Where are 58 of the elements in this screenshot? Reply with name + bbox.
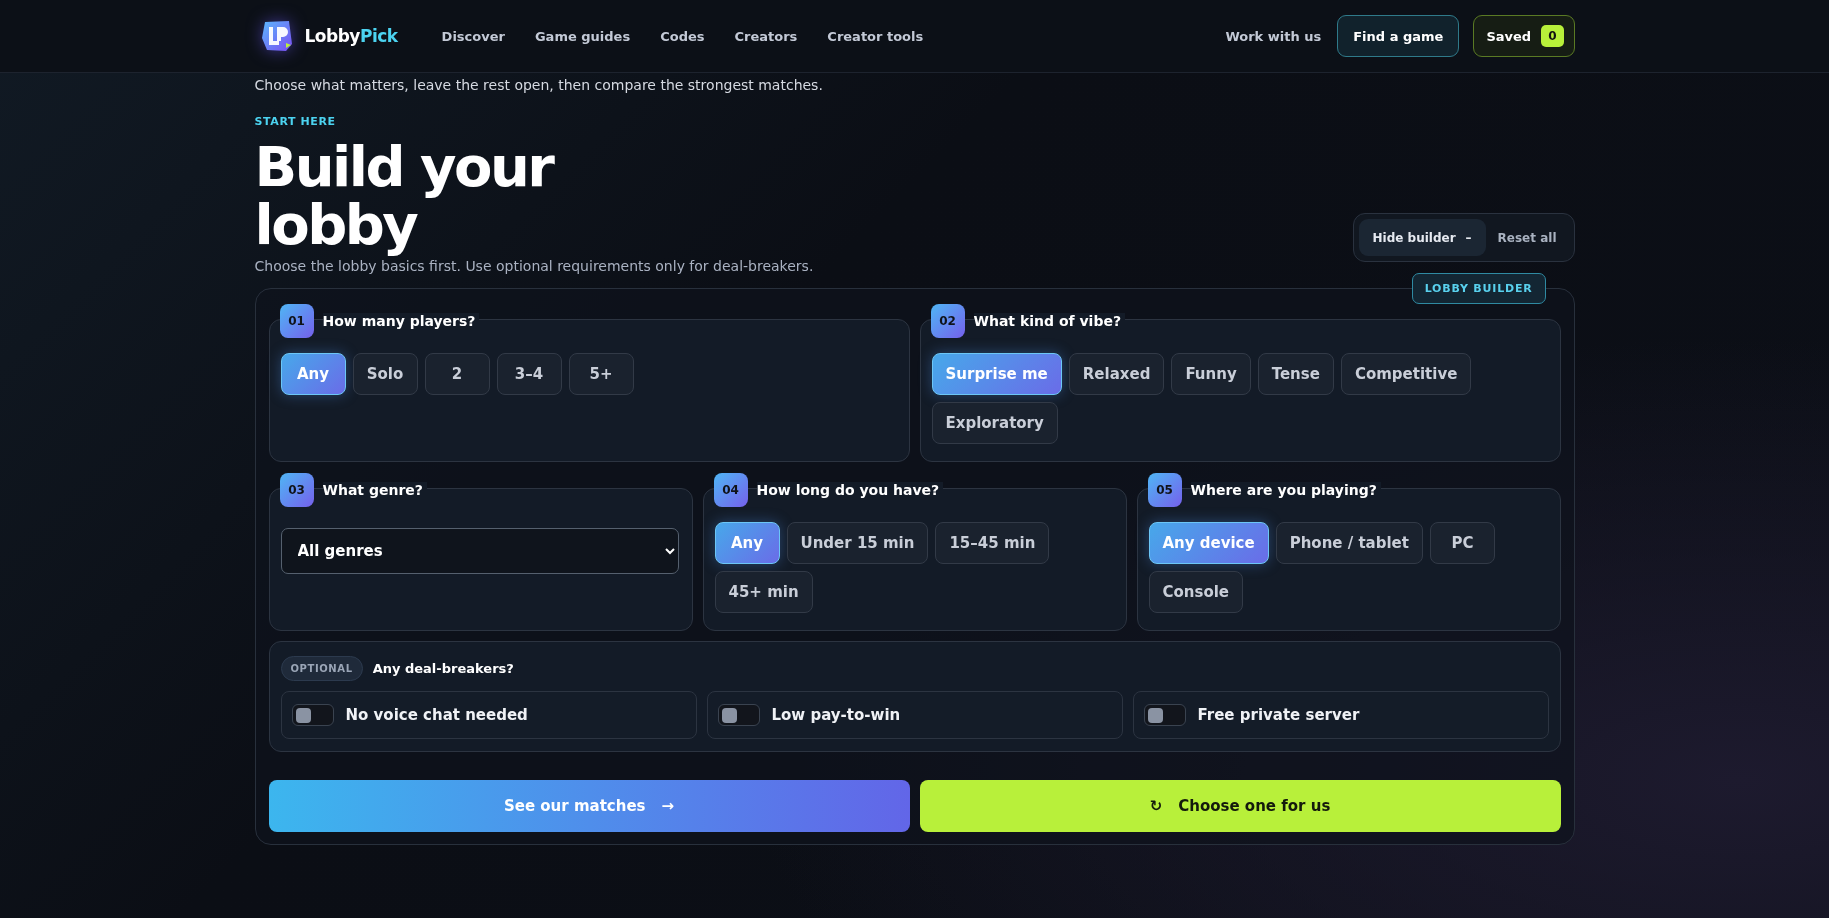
option-chip[interactable]: 3–4 — [496, 353, 562, 395]
toggle-switch[interactable] — [291, 704, 334, 726]
choose-one-button[interactable]: ↻ Choose one for us — [919, 780, 1561, 832]
option-chip[interactable]: Exploratory — [931, 402, 1058, 444]
question-label: Any deal-breakers? — [372, 661, 514, 676]
brand-name[interactable]: LobbyPick — [304, 26, 398, 46]
step-number: 02 — [930, 304, 965, 338]
nav-link[interactable]: Creator tools — [827, 28, 924, 44]
subtitle-text: Choose the lobby basics first. Use optional requirements only for deal-breakers. — [254, 258, 814, 274]
toggle-label: Low pay-to-win — [771, 706, 901, 724]
option-chip[interactable]: 5+ — [568, 353, 634, 395]
toggle-option[interactable]: Free private server — [1132, 691, 1549, 739]
toggle-option[interactable]: No voice chat needed — [280, 691, 697, 739]
nav-link[interactable]: Codes — [660, 28, 705, 44]
option-chip[interactable]: Competitive — [1340, 353, 1472, 395]
option-chip[interactable]: Under 15 min — [786, 522, 929, 564]
optional-tag: OPTIONAL — [280, 656, 363, 681]
toggle-switch[interactable] — [1143, 704, 1186, 726]
eyebrow-label: START HERE — [254, 115, 337, 128]
intro-text: Choose what matters, leave the rest open, then compare the strongest matches. — [254, 77, 824, 93]
saved-button[interactable]: Saved 0 — [1473, 15, 1575, 57]
question-label: How many players? — [322, 313, 480, 329]
question-label: Where are you playing? — [1190, 482, 1381, 498]
nav-link[interactable]: Discover — [441, 28, 505, 44]
find-game-button[interactable]: Find a game — [1337, 15, 1460, 57]
option-chip[interactable]: Solo — [352, 353, 418, 395]
step-number: 01 — [279, 304, 314, 338]
toggle-label: No voice chat needed — [345, 706, 528, 724]
option-chip[interactable]: Relaxed — [1068, 353, 1165, 395]
option-chip[interactable]: Funny — [1171, 353, 1251, 395]
option-chip[interactable]: PC — [1429, 522, 1495, 564]
toggle-switch[interactable] — [717, 704, 760, 726]
nav-link[interactable]: Creators — [734, 28, 798, 44]
question-label: How long do you have? — [756, 482, 944, 498]
option-chip[interactable]: Any device — [1148, 522, 1269, 564]
step-number: 03 — [279, 473, 314, 507]
builder-badge: LOBBY BUILDER — [1411, 273, 1546, 304]
option-chip[interactable]: Surprise me — [931, 353, 1062, 395]
see-matches-button[interactable]: See our matches → — [268, 780, 910, 832]
option-chip[interactable]: Tense — [1257, 353, 1334, 395]
option-chip[interactable]: 15–45 min — [935, 522, 1050, 564]
option-chip[interactable]: 45+ min — [714, 571, 813, 613]
page-title: Build your lobby — [254, 138, 555, 254]
step-number: 04 — [713, 473, 748, 507]
option-chip[interactable]: 2 — [424, 353, 490, 395]
option-chip[interactable]: Phone / tablet — [1275, 522, 1423, 564]
step-number: 05 — [1147, 473, 1182, 507]
option-chip[interactable]: Console — [1148, 571, 1244, 613]
nav-link[interactable]: Game guides — [534, 28, 631, 44]
hide-builder-button[interactable]: Hide builder – — [1358, 219, 1486, 256]
work-with-us-link[interactable]: Work with us — [1225, 28, 1322, 44]
reset-all-button[interactable]: Reset all — [1491, 230, 1569, 245]
toggle-label: Free private server — [1197, 706, 1360, 724]
question-label: What genre? — [322, 482, 427, 498]
toggle-option[interactable]: Low pay-to-win — [706, 691, 1123, 739]
genre-select[interactable]: All genres — [280, 528, 679, 574]
question-label: What kind of vibe? — [973, 313, 1126, 329]
saved-count: 0 — [1541, 25, 1564, 47]
